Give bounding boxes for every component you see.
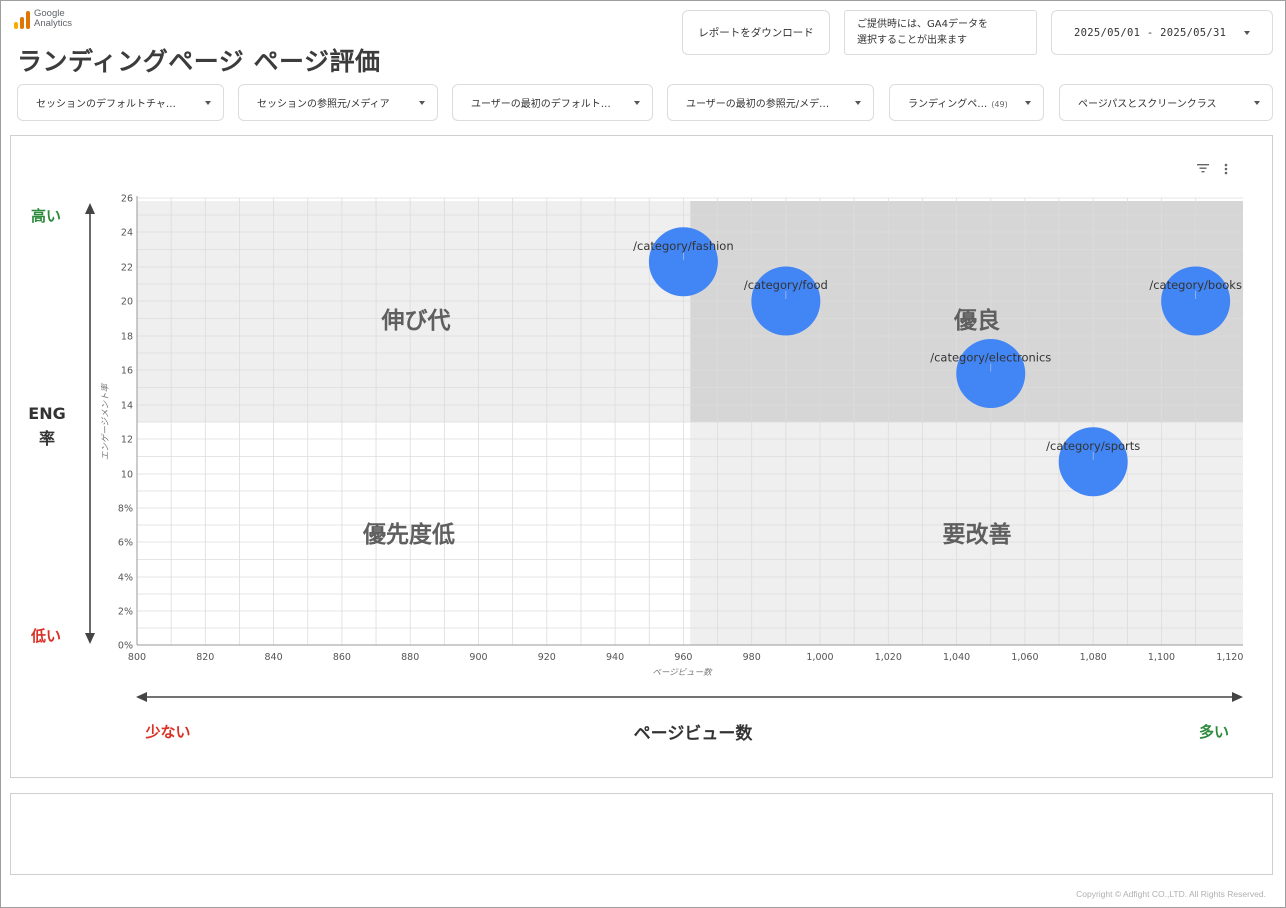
y-tick-label: 2% [118, 607, 133, 618]
quadrant-label-bottom-left: 優先度低 [362, 521, 455, 548]
arrow-left-icon [136, 692, 147, 702]
x-tick-label: 880 [401, 652, 419, 663]
x-tick-label: 900 [469, 652, 487, 663]
bubble-point[interactable] [648, 227, 718, 297]
x-guide-high: 多い [1199, 723, 1229, 741]
x-tick-label: 1,100 [1148, 652, 1175, 663]
x-guide-low: 少ない [144, 723, 190, 741]
y-tick-label: 0% [118, 641, 133, 652]
bubble-label: /category/books [1149, 278, 1242, 292]
y-guide-label-1: ENG [28, 404, 65, 423]
y-tick-label: 22 [121, 263, 133, 274]
x-tick-label: 1,060 [1011, 652, 1038, 663]
arrow-right-icon [1232, 692, 1243, 702]
bubble-label: /category/food [744, 278, 828, 292]
bubble-point[interactable] [956, 339, 1026, 408]
x-axis-label: ページビュー数 [652, 667, 713, 678]
x-tick-label: 1,040 [943, 652, 970, 663]
x-tick-label: 1,120 [1216, 652, 1243, 663]
x-tick-label: 1,080 [1080, 652, 1107, 663]
quadrant-label-top-left: 伸び代 [381, 308, 451, 334]
y-tick-label: 10 [121, 470, 133, 481]
more-options-icon[interactable] [1224, 163, 1228, 175]
y-tick-label: 20 [121, 297, 133, 308]
x-tick-label: 820 [196, 652, 214, 663]
y-tick-label: 16 [121, 366, 133, 377]
y-tick-label: 4% [118, 573, 133, 584]
x-tick-label: 960 [674, 652, 692, 663]
quadrant-label-bottom-right: 要改善 [943, 521, 1012, 548]
bubble-label: /category/electronics [930, 351, 1051, 365]
x-tick-label: 860 [333, 652, 351, 663]
arrow-up-icon [85, 203, 95, 214]
bottom-panel [10, 793, 1273, 875]
y-tick-label: 18 [121, 332, 133, 343]
y-axis-label: エンゲージメント率 [100, 382, 111, 460]
y-tick-label: 14 [121, 401, 133, 412]
y-tick-label: 8% [118, 504, 133, 515]
bubble-point[interactable] [1058, 427, 1128, 497]
x-tick-label: 800 [128, 652, 146, 663]
y-tick-label: 12 [121, 435, 133, 446]
x-tick-label: 980 [743, 652, 761, 663]
quadrant-label-top-right: 優良 [953, 307, 1000, 334]
bubble-label: /category/sports [1046, 439, 1140, 453]
arrow-down-icon [85, 633, 95, 644]
x-tick-label: 920 [538, 652, 556, 663]
x-tick-label: 840 [265, 652, 283, 663]
bubble-chart: 800 820 840 860 880 900 920 940 960 980 1,000 1,020… [28, 163, 1243, 744]
bubble-point[interactable] [751, 266, 821, 336]
copyright: Copyright © Adfight CO.,LTD. All Rights … [1076, 889, 1266, 899]
bubble-label: /category/fashion [633, 239, 733, 253]
x-guide-label: ページビュー数 [634, 723, 754, 744]
x-tick-label: 1,020 [875, 652, 902, 663]
x-tick-label: 940 [606, 652, 624, 663]
y-tick-label: 6% [118, 538, 133, 549]
y-tick-label: 24 [121, 228, 133, 239]
y-tick-label: 26 [121, 194, 133, 205]
y-guide-high: 高い [31, 207, 61, 225]
y-guide-label-2: 率 [39, 429, 55, 448]
y-guide-low: 低い [30, 627, 61, 645]
x-tick-label: 1,000 [806, 652, 833, 663]
filter-icon[interactable] [1197, 164, 1209, 173]
bubble-point[interactable] [1161, 266, 1231, 336]
